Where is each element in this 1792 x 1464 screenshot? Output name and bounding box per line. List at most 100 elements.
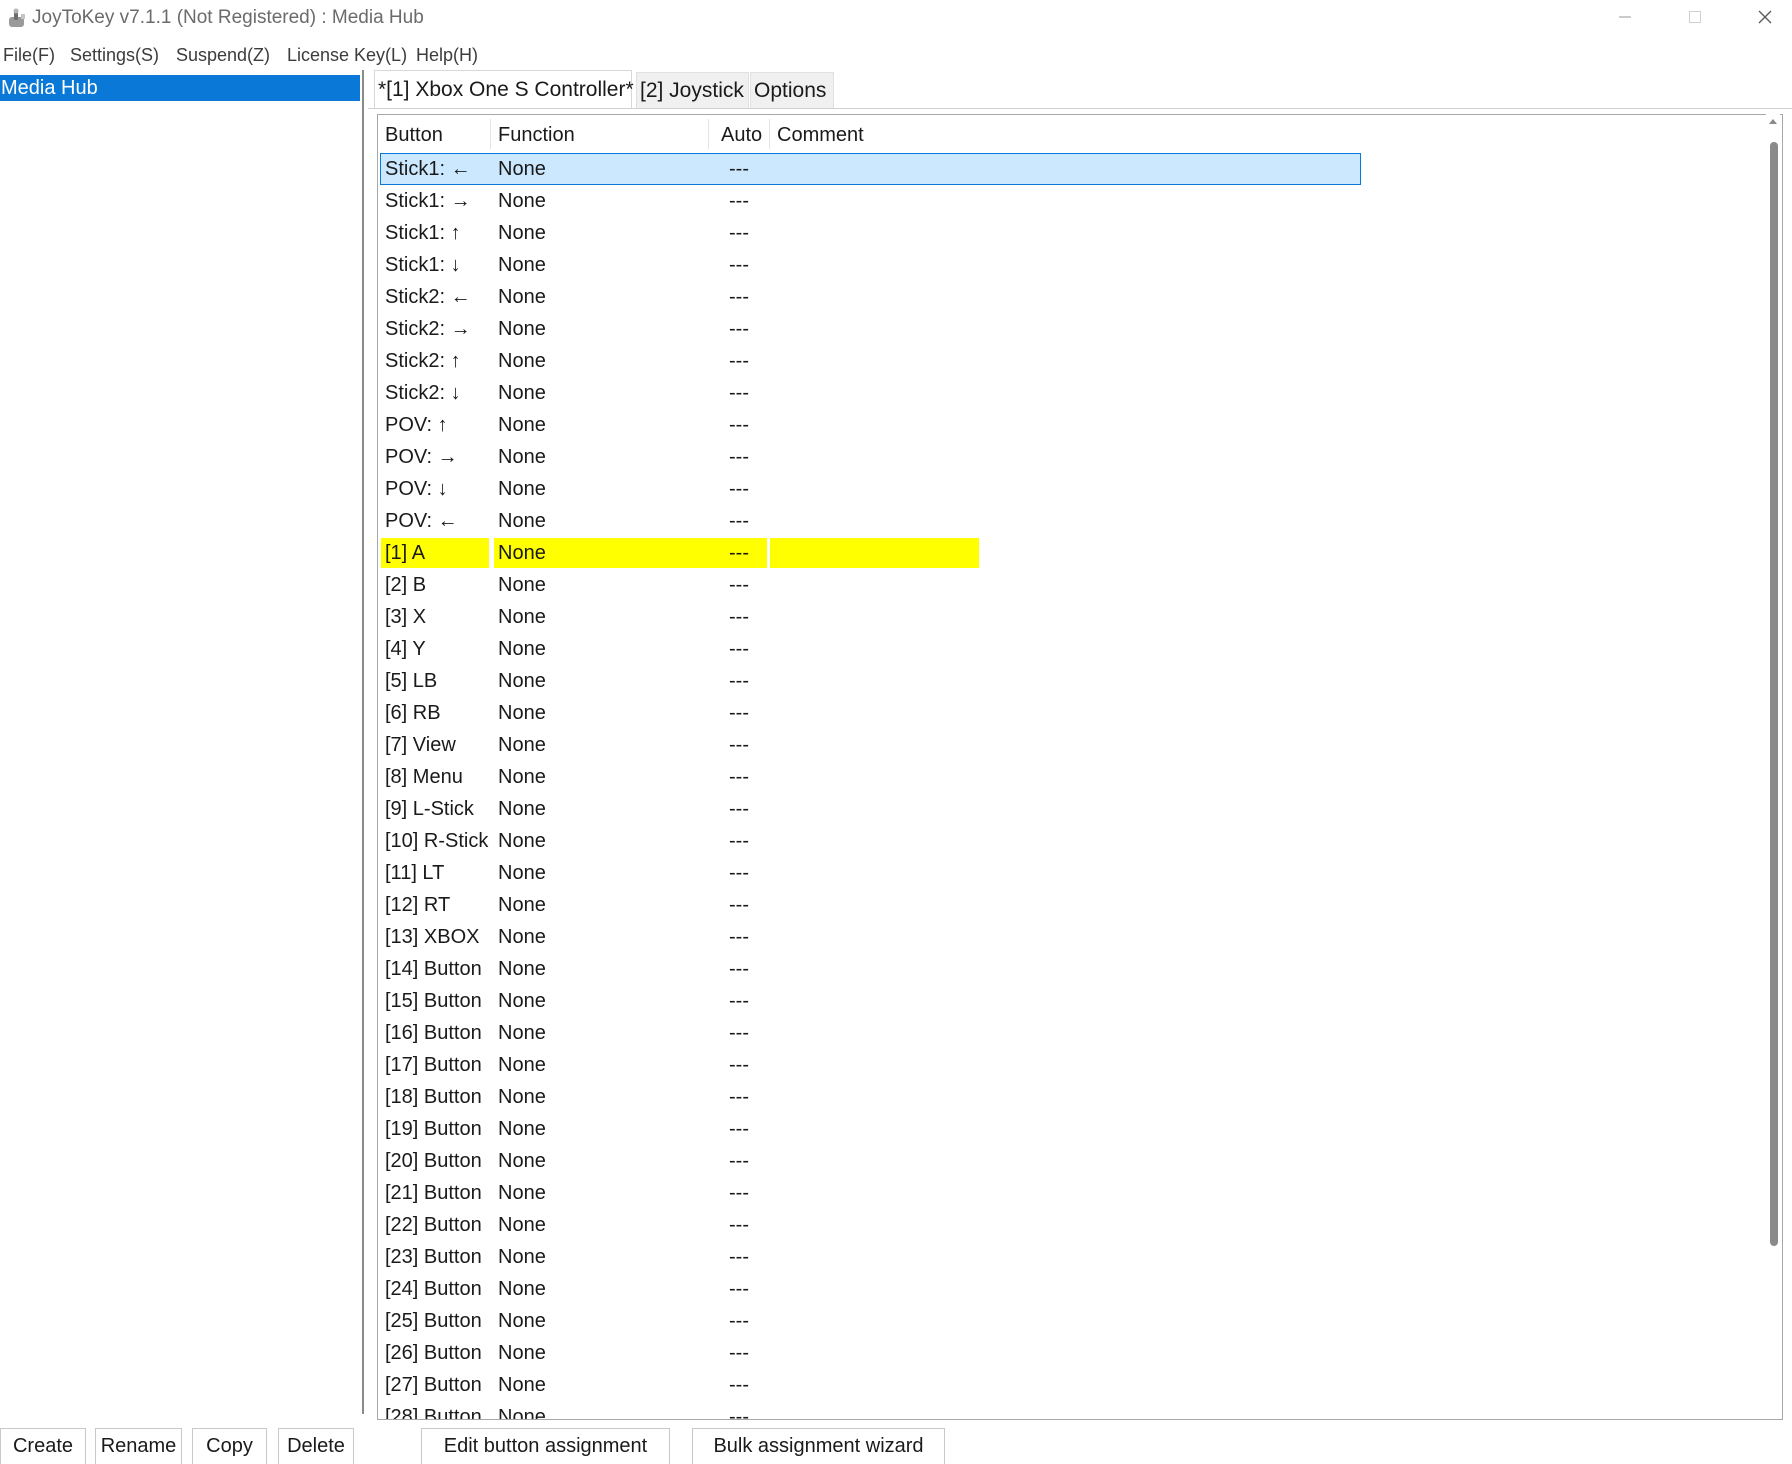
- table-row[interactable]: POV: ↓ None ---: [378, 473, 1361, 505]
- cell-function: None: [498, 638, 546, 660]
- table-row[interactable]: [16] Button None ---: [378, 1017, 1361, 1049]
- table-row[interactable]: [24] Button None ---: [378, 1273, 1361, 1305]
- bottom-toolbar: Create Rename Copy Delete Edit button as…: [0, 1428, 1792, 1464]
- cell-function: None: [498, 926, 546, 948]
- cell-function: None: [498, 510, 546, 532]
- delete-profile-button[interactable]: Delete: [278, 1428, 354, 1464]
- column-header-comment[interactable]: Comment: [770, 115, 1070, 149]
- table-row[interactable]: [21] Button None ---: [378, 1177, 1361, 1209]
- scroll-up-icon[interactable]: [1767, 114, 1779, 128]
- menu-settings[interactable]: Settings(S): [70, 45, 159, 66]
- cell-function: None: [498, 1214, 546, 1236]
- scrollbar-thumb[interactable]: [1770, 142, 1778, 1246]
- cell-function: None: [498, 958, 546, 980]
- cell-auto: ---: [729, 1278, 749, 1300]
- tab-options[interactable]: Options: [750, 72, 834, 108]
- table-row[interactable]: POV: → None ---: [378, 441, 1361, 473]
- table-row[interactable]: [22] Button None ---: [378, 1209, 1361, 1241]
- maximize-button[interactable]: [1660, 0, 1730, 38]
- table-row[interactable]: Stick1: → None ---: [378, 185, 1361, 217]
- column-header-auto[interactable]: Auto: [709, 115, 769, 149]
- table-row[interactable]: Stick1: ← None ---: [380, 153, 1361, 185]
- cell-function: None: [498, 286, 546, 308]
- table-row[interactable]: [4] Y None ---: [378, 633, 1361, 665]
- minimize-button[interactable]: [1590, 0, 1660, 38]
- cell-button: Stick1: ↑: [385, 222, 461, 244]
- cell-function: None: [498, 990, 546, 1012]
- table-row[interactable]: [11] LT None ---: [378, 857, 1361, 889]
- table-row[interactable]: [19] Button None ---: [378, 1113, 1361, 1145]
- cell-button: [19] Button: [385, 1118, 482, 1140]
- table-row[interactable]: [17] Button None ---: [378, 1049, 1361, 1081]
- create-profile-button[interactable]: Create: [0, 1428, 86, 1464]
- table-row[interactable]: [14] Button None ---: [378, 953, 1361, 985]
- cell-auto: ---: [729, 990, 749, 1012]
- window-title: JoyToKey v7.1.1 (Not Registered) : Media…: [32, 7, 424, 28]
- cell-auto: ---: [729, 670, 749, 692]
- table-row[interactable]: POV: ↑ None ---: [378, 409, 1361, 441]
- table-row[interactable]: Stick2: ↓ None ---: [378, 377, 1361, 409]
- row-highlight: [770, 538, 979, 568]
- cell-function: None: [498, 606, 546, 628]
- table-row[interactable]: [1] A None ---: [378, 537, 1361, 569]
- profile-item-media-hub[interactable]: Media Hub: [0, 75, 360, 101]
- table-row[interactable]: [23] Button None ---: [378, 1241, 1361, 1273]
- table-row[interactable]: [25] Button None ---: [378, 1305, 1361, 1337]
- cell-button: POV: ↑: [385, 414, 448, 436]
- bulk-assignment-wizard-button[interactable]: Bulk assignment wizard: [692, 1428, 945, 1464]
- tab-joystick[interactable]: [2] Joystick: [636, 72, 749, 108]
- table-row[interactable]: [18] Button None ---: [378, 1081, 1361, 1113]
- cell-button: [2] B: [385, 574, 427, 596]
- table-row[interactable]: [13] XBOX None ---: [378, 921, 1361, 953]
- close-icon: [1757, 9, 1773, 30]
- cell-function: None: [498, 862, 546, 884]
- close-button[interactable]: [1730, 0, 1792, 38]
- cell-auto: ---: [729, 638, 749, 660]
- maximize-icon: [1688, 10, 1702, 29]
- table-row[interactable]: [12] RT None ---: [378, 889, 1361, 921]
- table-row[interactable]: Stick2: → None ---: [378, 313, 1361, 345]
- cell-auto: ---: [729, 190, 749, 212]
- cell-function: None: [498, 1246, 546, 1268]
- rename-profile-button[interactable]: Rename: [95, 1428, 182, 1464]
- cell-button: Stick1: ↓: [385, 254, 461, 276]
- edit-button-assignment-button[interactable]: Edit button assignment: [421, 1428, 670, 1464]
- table-row[interactable]: [7] View None ---: [378, 729, 1361, 761]
- vertical-scrollbar[interactable]: [1766, 114, 1780, 1418]
- table-row[interactable]: [3] X None ---: [378, 601, 1361, 633]
- table-row[interactable]: Stick2: ↑ None ---: [378, 345, 1361, 377]
- menu-help[interactable]: Help(H): [416, 45, 478, 66]
- cell-auto: ---: [729, 286, 749, 308]
- menu-license-key[interactable]: License Key(L): [287, 45, 407, 66]
- table-row[interactable]: [28] Button None ---: [378, 1401, 1361, 1419]
- table-row[interactable]: Stick1: ↓ None ---: [378, 249, 1361, 281]
- table-row[interactable]: [2] B None ---: [378, 569, 1361, 601]
- cell-button: [10] R-Stick: [385, 830, 489, 852]
- table-row[interactable]: [6] RB None ---: [378, 697, 1361, 729]
- table-row[interactable]: [26] Button None ---: [378, 1337, 1361, 1369]
- table-row[interactable]: [10] R-Stick None ---: [378, 825, 1361, 857]
- table-row[interactable]: [5] LB None ---: [378, 665, 1361, 697]
- table-row[interactable]: POV: ← None ---: [378, 505, 1361, 537]
- tab-xbox-controller[interactable]: *[1] Xbox One S Controller*: [374, 70, 634, 108]
- table-row[interactable]: [8] Menu None ---: [378, 761, 1361, 793]
- profile-list: Media Hub: [0, 70, 364, 1414]
- table-row[interactable]: Stick1: ↑ None ---: [378, 217, 1361, 249]
- table-row[interactable]: [27] Button None ---: [378, 1369, 1361, 1401]
- cell-auto: ---: [729, 382, 749, 404]
- table-row[interactable]: Stick2: ← None ---: [378, 281, 1361, 313]
- menu-suspend[interactable]: Suspend(Z): [176, 45, 270, 66]
- cell-button: [24] Button: [385, 1278, 482, 1300]
- cell-function: None: [498, 254, 546, 276]
- copy-profile-button[interactable]: Copy: [192, 1428, 267, 1464]
- cell-auto: ---: [729, 510, 749, 532]
- cell-button: [21] Button: [385, 1182, 482, 1204]
- cell-auto: ---: [729, 734, 749, 756]
- table-row[interactable]: [15] Button None ---: [378, 985, 1361, 1017]
- menu-file[interactable]: File(F): [3, 45, 55, 66]
- table-row[interactable]: [20] Button None ---: [378, 1145, 1361, 1177]
- cell-function: None: [498, 1086, 546, 1108]
- column-header-button[interactable]: Button: [378, 115, 489, 149]
- table-row[interactable]: [9] L-Stick None ---: [378, 793, 1361, 825]
- button-assignment-list[interactable]: Button Function Auto Comment Stick1: ← No…: [377, 114, 1783, 1420]
